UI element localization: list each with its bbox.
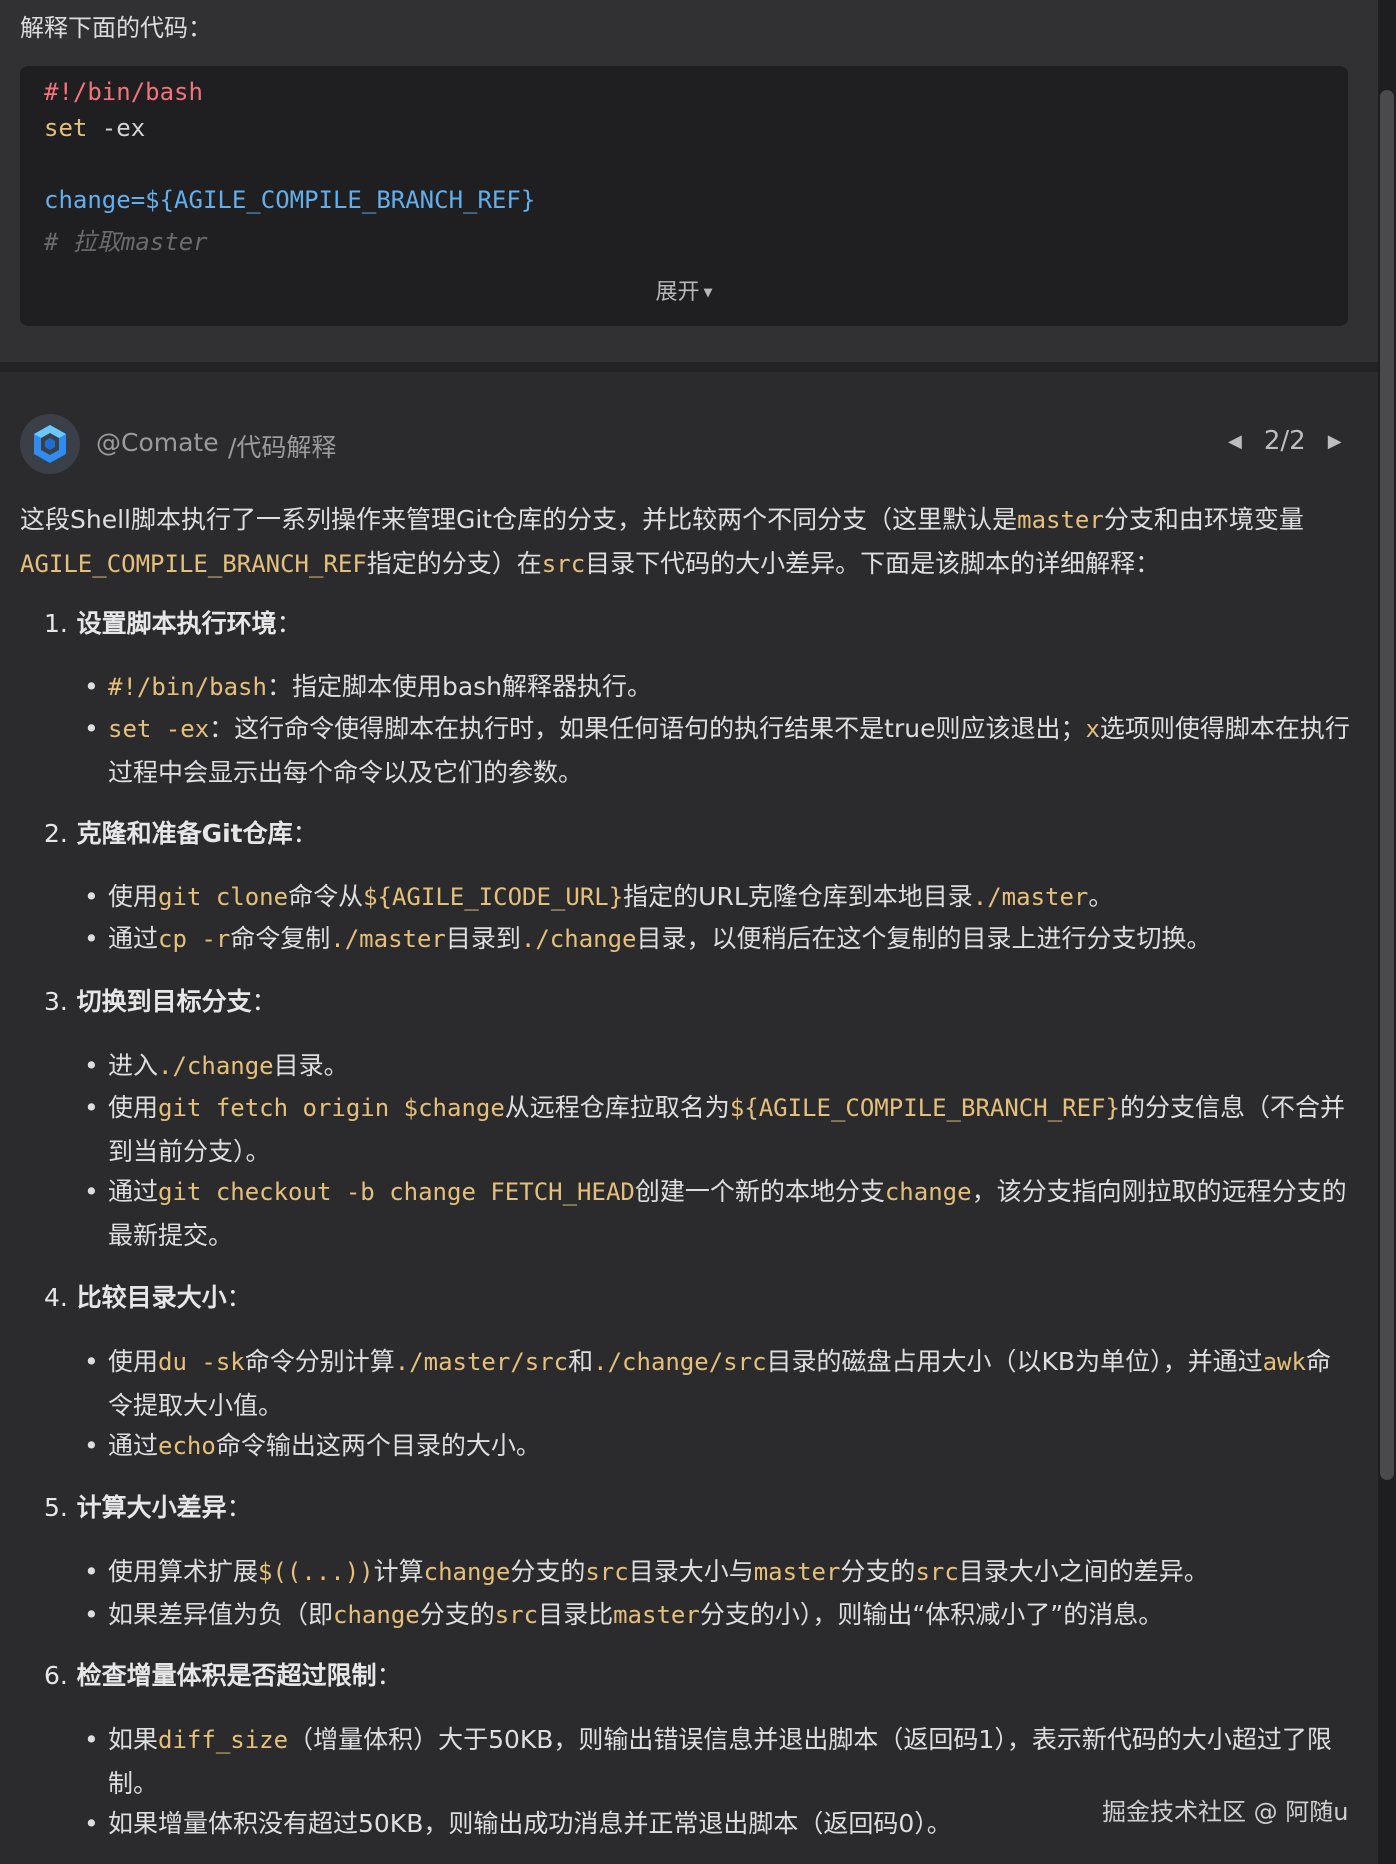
expand-button[interactable]: 展开 ▼ [20,274,1348,306]
caret-right-icon[interactable]: ▶ [1328,431,1342,452]
caret-down-icon: ▼ [703,283,713,301]
code-set-keyword: set [44,114,88,142]
section-4-title: 4. 比较目录大小： [44,1283,252,1312]
code-set-arg: -ex [87,114,146,142]
list-item: 进入./change目录。 [84,1044,1354,1088]
scrollbar-thumb[interactable] [1380,90,1394,1480]
command-tag: /代码解释 [228,433,337,462]
answer-pager: ◀ 2/2 ▶ [1228,426,1342,456]
watermark: 掘金技术社区 @ 阿随u [1102,1798,1349,1826]
code-line-shebang: #!/bin/bash [44,78,203,106]
comate-logo-icon [20,414,80,474]
list-item: 如果增量体积没有超过50KB，则输出成功消息并正常退出脚本（返回码0）。 [84,1802,1088,1845]
code-line-change: change=${AGILE_COMPILE_BRANCH_REF} [44,186,536,214]
user-message: 解释下面的代码： #!/bin/bash set -ex change=${AG… [0,0,1378,362]
list-item: #!/bin/bash：指定脚本使用bash解释器执行。 [84,665,1354,709]
section-1-title: 1. 设置脚本执行环境： [44,609,302,638]
answer-intro: 这段Shell脚本执行了一系列操作来管理Git仓库的分支，并比较两个不同分支（这… [20,505,1304,578]
list-item: 通过git checkout -b change FETCH_HEAD创建一个新… [84,1170,1354,1257]
list-item: set -ex：这行命令使得脚本在执行时，如果任何语句的执行结果不是true则应… [84,707,1354,794]
expand-label: 展开 [655,280,700,305]
section-5-title: 5. 计算大小差异： [44,1493,252,1522]
page-indicator: 2/2 [1263,426,1306,456]
list-item: 使用du -sk命令分别计算./master/src和./change/src目… [84,1340,1354,1427]
caret-left-icon[interactable]: ◀ [1228,431,1242,452]
list-item: 通过echo命令输出这两个目录的大小。 [84,1424,1354,1468]
agent-name[interactable]: @Comate [96,428,219,457]
code-line-set: set -ex [44,114,145,142]
section-2-title: 2. 克隆和准备Git仓库： [44,819,318,848]
section-3-title: 3. 切换到目标分支： [44,987,277,1016]
code-line-comment: # 拉取master [44,228,208,256]
section-6-title: 6. 检查增量体积是否超过限制： [44,1661,402,1690]
section-divider [0,362,1378,372]
code-block: #!/bin/bash set -ex change=${AGILE_COMPI… [20,66,1348,326]
list-item: 使用git fetch origin $change从远程仓库拉取名为${AGI… [84,1086,1354,1173]
user-prompt: 解释下面的代码： [20,14,212,42]
list-item: 如果差异值为负（即change分支的src目录比master分支的小），则输出“… [84,1593,1354,1637]
list-item: 使用git clone命令从${AGILE_ICODE_URL}指定的URL克隆… [84,875,1354,919]
list-item: 使用算术扩展$((...))计算change分支的src目录大小与master分… [84,1550,1354,1594]
list-item: 通过cp -r命令复制./master目录到./change目录，以便稍后在这个… [84,917,1354,961]
